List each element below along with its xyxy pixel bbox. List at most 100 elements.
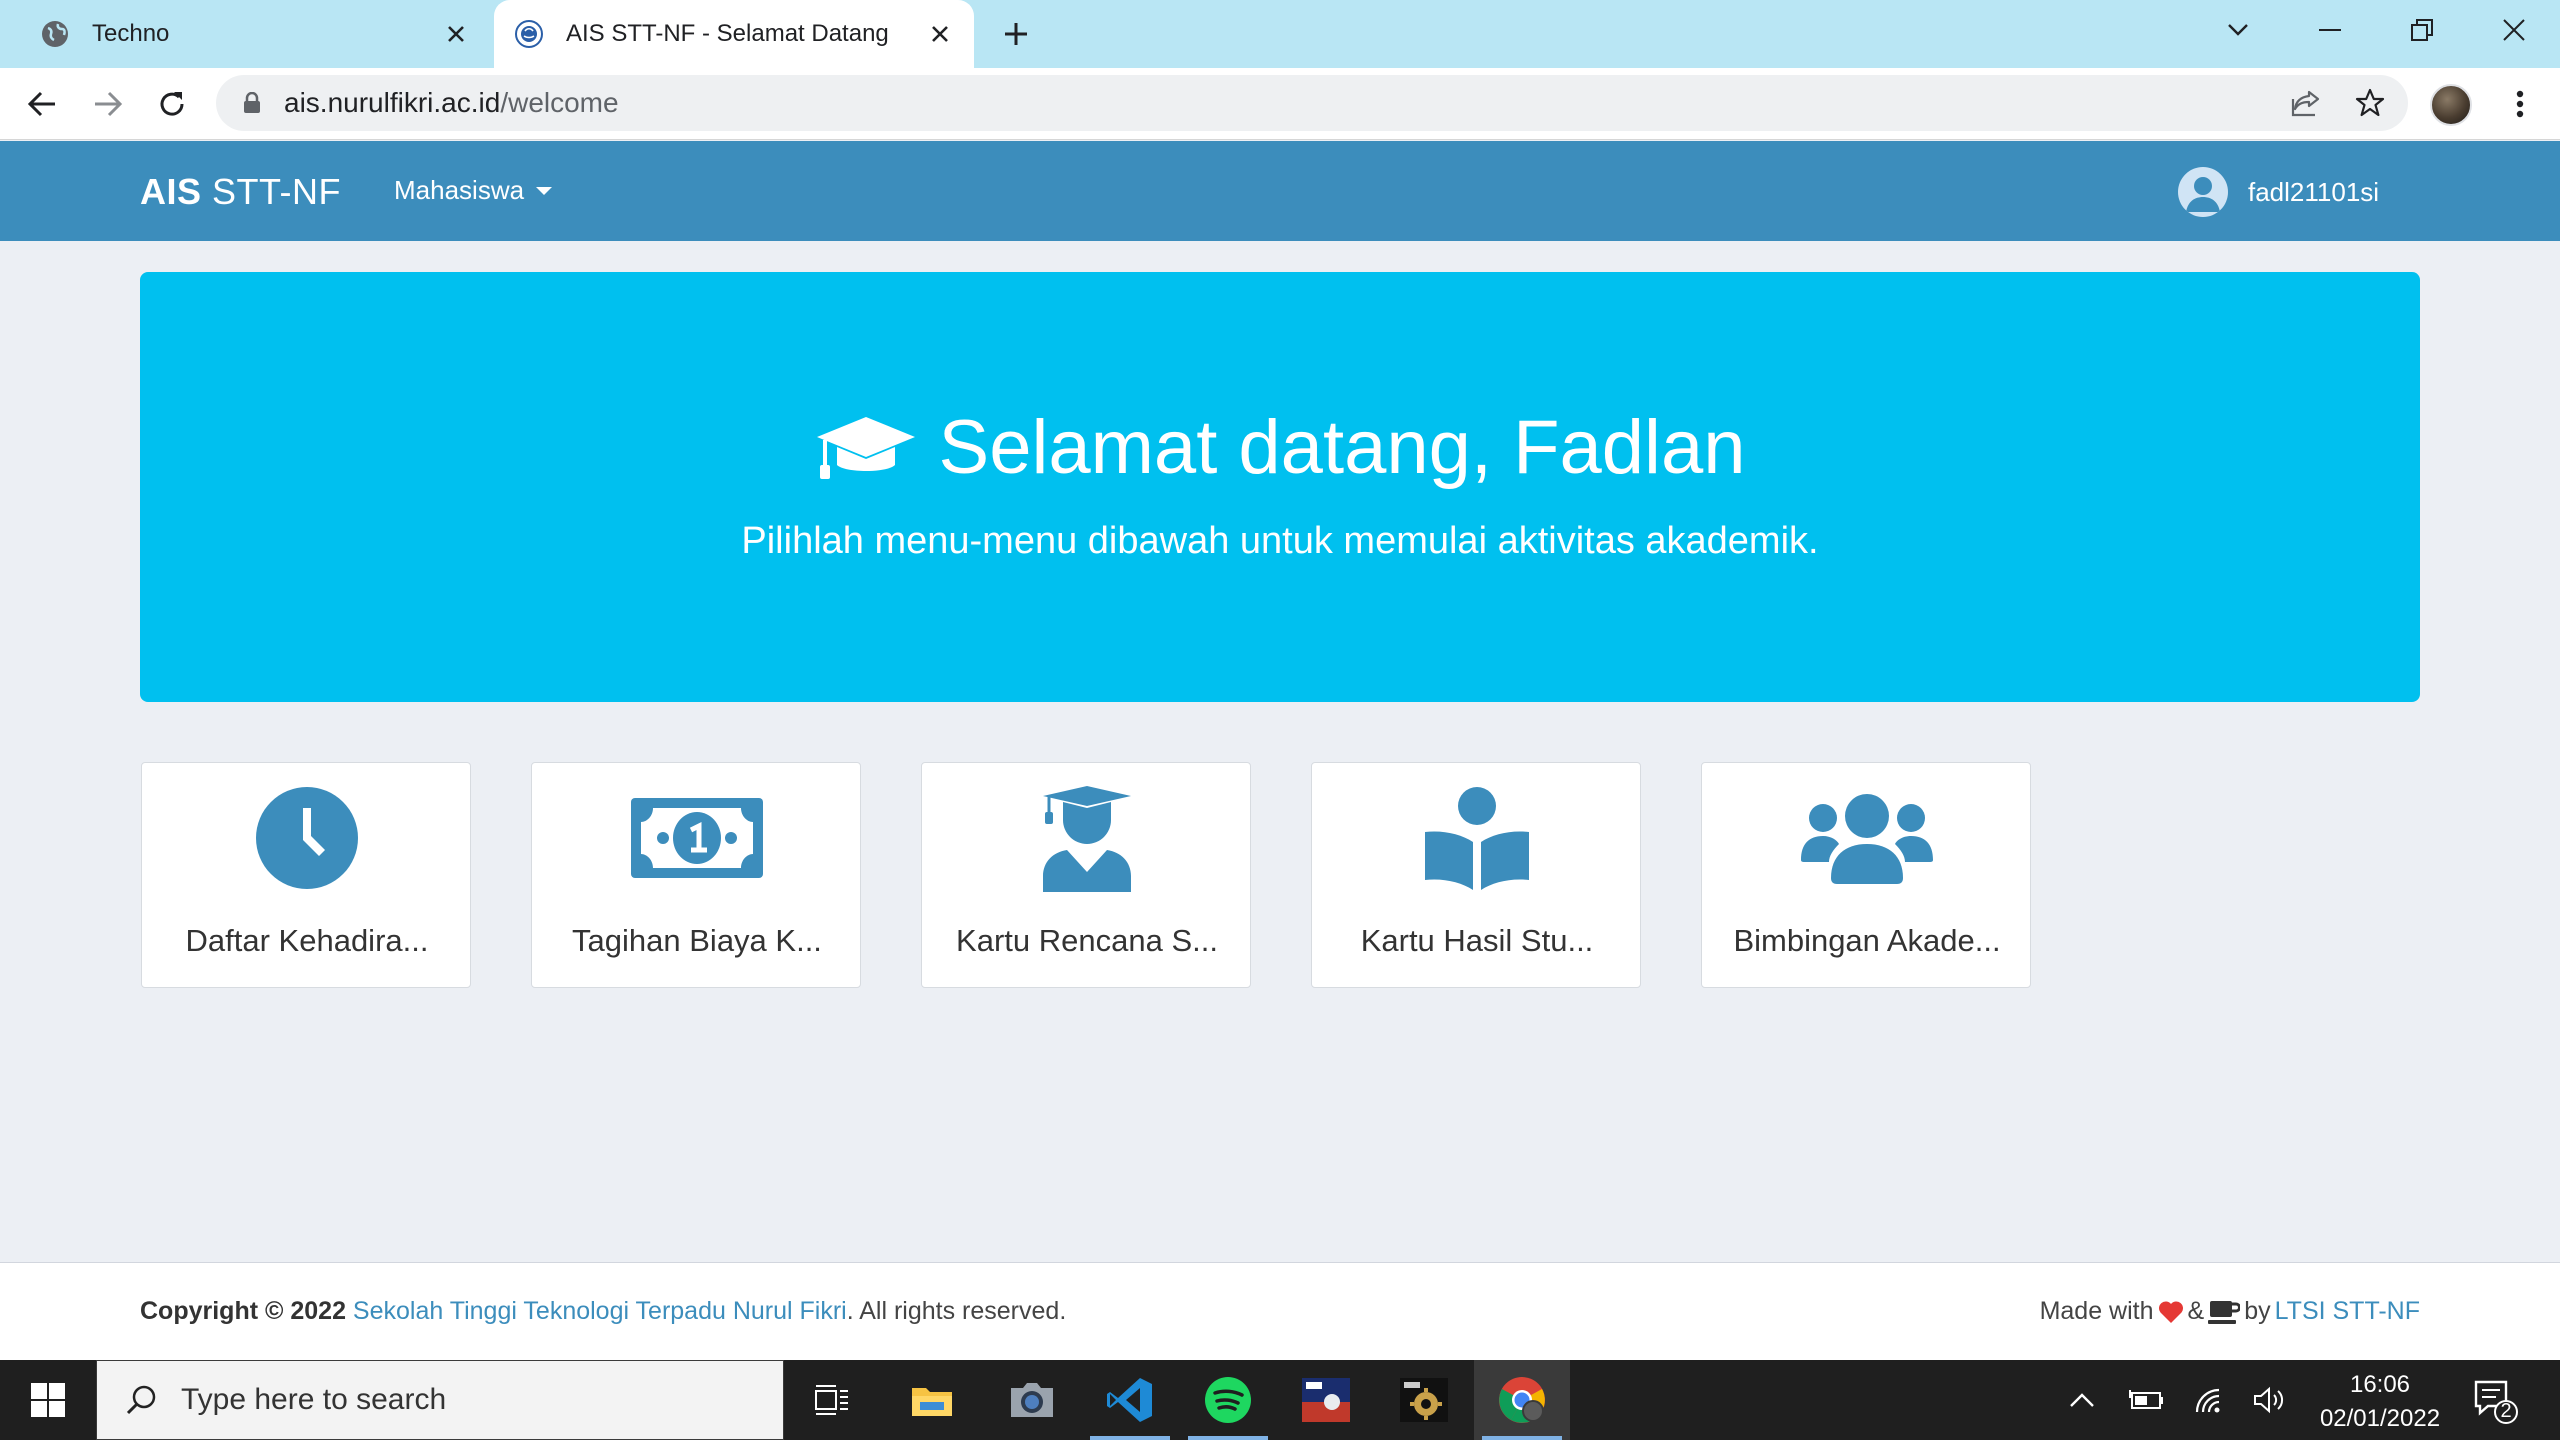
copyright-text: Copyright © 2022 Sekolah Tinggi Teknolog… <box>140 1297 1066 1326</box>
welcome-jumbotron: Selamat datang, Fadlan Pilihlah menu-men… <box>140 272 2420 702</box>
plus-icon <box>1005 23 1027 45</box>
globe-icon <box>42 21 68 47</box>
welcome-subtitle: Pilihlah menu-menu dibawah untuk memulai… <box>741 520 1819 562</box>
ltsi-link[interactable]: LTSI STT-NF <box>2275 1297 2420 1326</box>
card-daftar-kehadiran[interactable]: Daftar Kehadira... <box>141 762 471 988</box>
caret-down-icon <box>536 186 553 195</box>
chevron-up-icon <box>2070 1393 2094 1407</box>
browser-tab-strip: Techno AIS STT-NF - Selamat Datang <box>0 0 2560 68</box>
welcome-heading: Selamat datang, Fadlan <box>140 404 2420 491</box>
restore-icon <box>2411 19 2433 41</box>
wifi-button[interactable] <box>2184 1360 2236 1440</box>
ampersand: & <box>2187 1297 2205 1325</box>
windows-logo-icon <box>31 1383 65 1417</box>
welcome-title: Selamat datang, Fadlan <box>938 405 1746 490</box>
camera-app-button[interactable] <box>984 1360 1080 1440</box>
card-kartu-hasil-studi[interactable]: Kartu Hasil Stu... <box>1311 762 1641 988</box>
by-label: by <box>2244 1297 2271 1325</box>
taskbar-search[interactable]: Type here to search <box>96 1360 784 1440</box>
notification-count: 2 <box>2500 1400 2512 1422</box>
wifi-icon <box>2195 1388 2220 1413</box>
notification-center-button[interactable]: 2 <box>2470 1376 2520 1426</box>
user-menu[interactable]: fadl21101si <box>2178 167 2379 217</box>
lock-icon[interactable] <box>240 91 264 115</box>
tab-ais-welcome[interactable]: AIS STT-NF - Selamat Datang <box>494 0 974 68</box>
search-icon <box>121 1380 161 1420</box>
graduate-icon <box>1043 786 1131 892</box>
card-label: Kartu Hasil Stu... <box>1360 923 1594 958</box>
profile-avatar[interactable] <box>2430 84 2472 126</box>
heart-icon <box>2158 1300 2183 1323</box>
close-window-button[interactable] <box>2484 10 2544 50</box>
clock-date: 02/01/2022 <box>2319 1405 2441 1432</box>
speaker-icon <box>2254 1386 2284 1414</box>
brand-logo[interactable]: AIS STT-NF <box>140 171 341 213</box>
browser-menu-button[interactable] <box>2500 84 2540 124</box>
pes-game-button[interactable] <box>1278 1360 1374 1440</box>
show-hidden-icons-button[interactable] <box>2058 1360 2106 1440</box>
task-view-icon <box>815 1385 848 1415</box>
minimize-icon <box>2319 29 2341 31</box>
spotify-button[interactable] <box>1180 1360 1276 1440</box>
copyright-prefix: Copyright © 2022 <box>140 1297 353 1325</box>
file-explorer-button[interactable] <box>884 1360 980 1440</box>
made-with-text: Made with & by LTSI STT-NF <box>2036 1297 2420 1326</box>
reload-icon <box>160 92 184 116</box>
address-bar[interactable]: ais.nurulfikri.ac.id/welcome <box>216 75 2408 131</box>
spotify-icon <box>1205 1377 1251 1423</box>
search-placeholder: Type here to search <box>181 1383 447 1416</box>
share-button[interactable] <box>2290 87 2322 119</box>
nurul-fikri-logo-icon <box>515 20 543 48</box>
battery-button[interactable] <box>2120 1360 2172 1440</box>
user-icon <box>2186 177 2220 212</box>
page-footer: Copyright © 2022 Sekolah Tinggi Teknolog… <box>0 1262 2560 1360</box>
tab-search-button[interactable] <box>2208 10 2268 50</box>
more-vertical-icon <box>2516 90 2524 118</box>
card-bimbingan-akademik[interactable]: Bimbingan Akade... <box>1701 762 2031 988</box>
card-label: Kartu Rencana S... <box>956 923 1218 958</box>
chevron-down-icon <box>2228 24 2248 36</box>
vscode-icon <box>1107 1378 1152 1422</box>
tab-title: Techno <box>92 20 170 47</box>
card-kartu-rencana-studi[interactable]: Kartu Rencana S... <box>921 762 1251 988</box>
url-text: ais.nurulfikri.ac.id/welcome <box>284 87 619 119</box>
card-label: Bimbingan Akade... <box>1733 923 2001 958</box>
minimize-button[interactable] <box>2300 10 2360 50</box>
restore-button[interactable] <box>2392 10 2452 50</box>
forward-button[interactable] <box>88 84 128 124</box>
gear-icon <box>1400 1378 1448 1422</box>
start-button[interactable] <box>0 1360 96 1440</box>
graduation-cap-icon <box>816 416 915 479</box>
volume-button[interactable] <box>2244 1360 2296 1440</box>
made-with-label: Made with <box>2039 1297 2154 1325</box>
close-tab-icon[interactable] <box>440 18 472 50</box>
notification-icon <box>2474 1380 2518 1424</box>
bookmark-button[interactable] <box>2354 87 2386 119</box>
new-tab-button[interactable] <box>996 14 1036 54</box>
card-label: Daftar Kehadira... <box>185 923 429 958</box>
coffee-icon <box>2208 1300 2241 1324</box>
windows-taskbar: Type here to search 16:06 02/01/2022 2 <box>0 1360 2560 1440</box>
clock-time: 16:06 <box>2349 1371 2411 1398</box>
folder-icon <box>912 1388 952 1416</box>
browser-toolbar: ais.nurulfikri.ac.id/welcome <box>0 68 2560 140</box>
mahasiswa-menu-label: Mahasiswa <box>394 175 525 205</box>
reload-button[interactable] <box>152 84 192 124</box>
institution-link[interactable]: Sekolah Tinggi Teknologi Terpadu Nurul F… <box>353 1297 847 1325</box>
share-icon <box>2291 90 2320 117</box>
back-button[interactable] <box>22 84 62 124</box>
tab-techno[interactable]: Techno <box>20 0 490 68</box>
mahasiswa-menu[interactable]: Mahasiswa <box>394 175 553 206</box>
vscode-button[interactable] <box>1082 1360 1178 1440</box>
task-view-button[interactable] <box>784 1360 880 1440</box>
close-tab-icon[interactable] <box>924 18 956 50</box>
pes-settings-button[interactable] <box>1376 1360 1472 1440</box>
card-tagihan-biaya[interactable]: Tagihan Biaya K... <box>531 762 861 988</box>
chrome-button[interactable] <box>1474 1360 1570 1440</box>
close-icon <box>2503 19 2525 41</box>
url-path: /welcome <box>500 87 619 118</box>
system-clock[interactable]: 16:06 02/01/2022 <box>2300 1368 2460 1436</box>
users-icon <box>1801 794 1933 884</box>
arrow-right-icon <box>95 91 123 117</box>
brand-bold: AIS <box>140 171 202 212</box>
